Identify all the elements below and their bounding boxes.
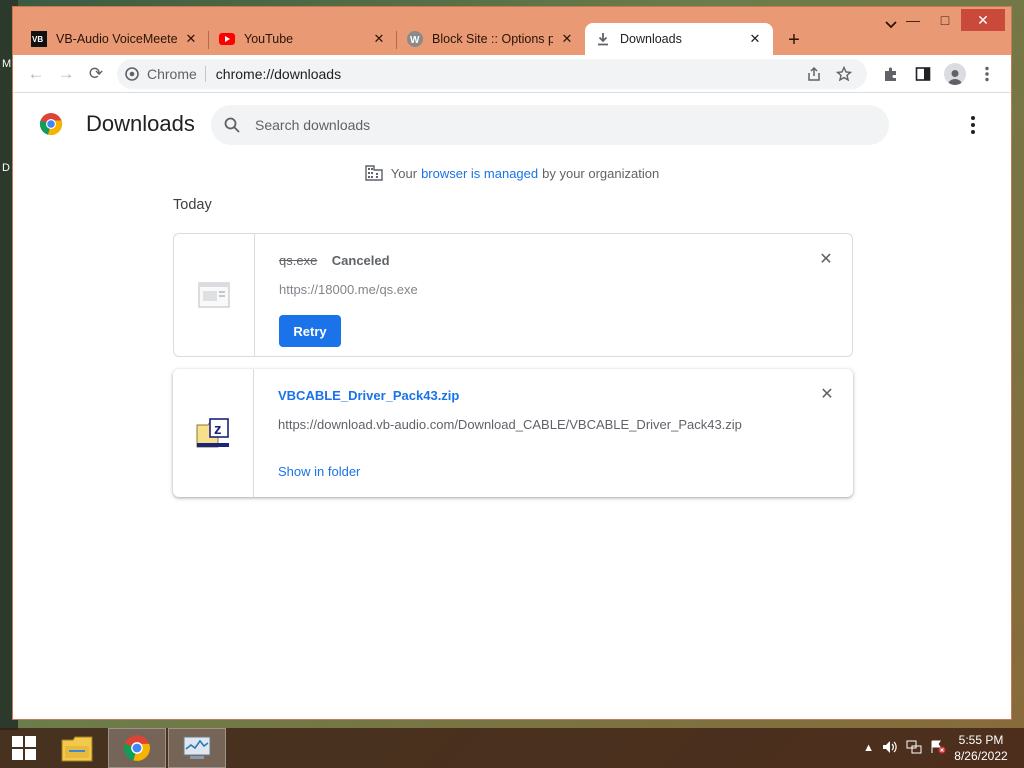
file-name: qs.exe	[279, 253, 318, 268]
chrome-site-chip[interactable]: Chrome	[125, 65, 206, 82]
file-name-link[interactable]: VBCABLE_Driver_Pack43.zip	[278, 388, 459, 403]
tab-close-icon[interactable]: ✕	[371, 31, 387, 47]
chrome-menu-icon[interactable]	[971, 59, 1003, 89]
page-menu-icon[interactable]	[963, 115, 983, 135]
network-icon[interactable]	[906, 740, 922, 757]
download-item: qs.exe Canceled https://18000.me/qs.exe …	[173, 233, 853, 357]
system-clock[interactable]: 5:55 PM 8/26/2022	[946, 732, 1016, 764]
chrome-logo-icon	[39, 113, 63, 136]
tab-search-chevron-icon[interactable]	[879, 13, 903, 37]
browser-toolbar: ← → ⟳ Chrome chrome://downloads	[13, 55, 1011, 93]
managed-prefix: Your	[390, 165, 418, 181]
remove-download-icon[interactable]: ✕	[818, 252, 834, 268]
tab-vb-audio[interactable]: VB VB-Audio VoiceMeeter ✕	[21, 23, 209, 55]
profile-avatar-icon[interactable]	[939, 59, 971, 89]
clock-date: 8/26/2022	[954, 749, 1008, 763]
chrome-small-icon	[125, 66, 139, 81]
page-title: Downloads	[86, 111, 195, 136]
desktop-icon-label: M	[2, 58, 12, 70]
tab-close-icon[interactable]: ✕	[183, 31, 199, 47]
retry-button[interactable]: Retry	[279, 315, 341, 347]
chrome-taskbar-icon[interactable]	[108, 728, 166, 768]
system-tray: ▲	[863, 728, 946, 768]
tab-title: Downloads	[620, 32, 682, 46]
clock-time: 5:55 PM	[958, 733, 1004, 747]
svg-text:W: W	[410, 35, 420, 46]
managed-notice: Your browser is managed by your organiza…	[13, 165, 1011, 181]
tab-title: YouTube	[244, 32, 294, 46]
managed-link[interactable]: browser is managed	[421, 166, 538, 181]
download-url[interactable]: https://download.vb-audio.com/Download_C…	[278, 417, 829, 432]
tab-downloads[interactable]: Downloads ✕	[585, 23, 773, 55]
managed-suffix: by your organization	[542, 165, 660, 181]
downloads-header: Downloads	[13, 93, 1011, 153]
back-arrow-icon[interactable]: ←	[21, 59, 51, 89]
show-hidden-icons-icon[interactable]: ▲	[863, 742, 874, 754]
taskbar: ▲ 5:55 PM 8/26/2022	[0, 728, 1024, 768]
zip-folder-icon: z	[196, 418, 229, 448]
chrome-window: — □ ✕ VB VB-Audio VoiceMeeter ✕ YouTube …	[12, 6, 1012, 720]
youtube-icon	[219, 31, 235, 47]
task-manager-icon[interactable]	[168, 728, 226, 768]
extensions-puzzle-icon[interactable]	[875, 59, 907, 89]
new-tab-button[interactable]: +	[779, 25, 809, 55]
vb-audio-icon: VB	[31, 31, 47, 47]
tab-block-site[interactable]: W Block Site :: Options page ✕	[397, 23, 585, 55]
file-explorer-icon[interactable]	[48, 728, 106, 768]
downloads-page: Downloads Your browser is managed by you…	[13, 93, 1011, 719]
search-box[interactable]	[211, 105, 889, 145]
side-panel-icon[interactable]	[907, 59, 939, 89]
url-text[interactable]: chrome://downloads	[216, 66, 799, 82]
date-section-label: Today	[173, 197, 212, 213]
download-status: Canceled	[331, 253, 390, 268]
bookmark-star-icon[interactable]	[829, 65, 859, 82]
share-icon[interactable]	[799, 66, 829, 82]
remove-download-icon[interactable]: ✕	[819, 387, 835, 403]
svg-text:z: z	[214, 421, 222, 438]
tab-title: Block Site :: Options page	[432, 32, 553, 46]
address-bar[interactable]: Chrome chrome://downloads	[117, 58, 867, 89]
block-site-icon: W	[407, 31, 423, 47]
svg-text:VB: VB	[32, 35, 43, 44]
show-in-folder-link[interactable]: Show in folder	[278, 464, 360, 479]
volume-icon[interactable]	[882, 740, 898, 757]
windows-start-icon[interactable]	[0, 728, 48, 768]
download-item: z VBCABLE_Driver_Pack43.zip https://down…	[173, 369, 853, 497]
tab-close-icon[interactable]: ✕	[559, 31, 575, 47]
tab-close-icon[interactable]: ✕	[747, 31, 763, 47]
download-icon	[595, 31, 611, 47]
tab-title: VB-Audio VoiceMeeter	[56, 32, 177, 46]
reload-icon[interactable]: ⟳	[81, 59, 111, 89]
forward-arrow-icon[interactable]: →	[51, 59, 81, 89]
search-input[interactable]	[255, 117, 889, 133]
chip-label: Chrome	[147, 65, 197, 82]
tab-strip: VB VB-Audio VoiceMeeter ✕ YouTube ✕ W Bl…	[21, 21, 1003, 55]
download-url[interactable]: https://18000.me/qs.exe	[279, 282, 828, 297]
desktop-icon-label: D	[2, 162, 10, 174]
action-center-flag-icon[interactable]	[930, 740, 946, 757]
search-icon[interactable]	[223, 116, 241, 134]
tab-youtube[interactable]: YouTube ✕	[209, 23, 397, 55]
generic-file-icon	[198, 282, 230, 308]
building-icon	[365, 165, 383, 181]
